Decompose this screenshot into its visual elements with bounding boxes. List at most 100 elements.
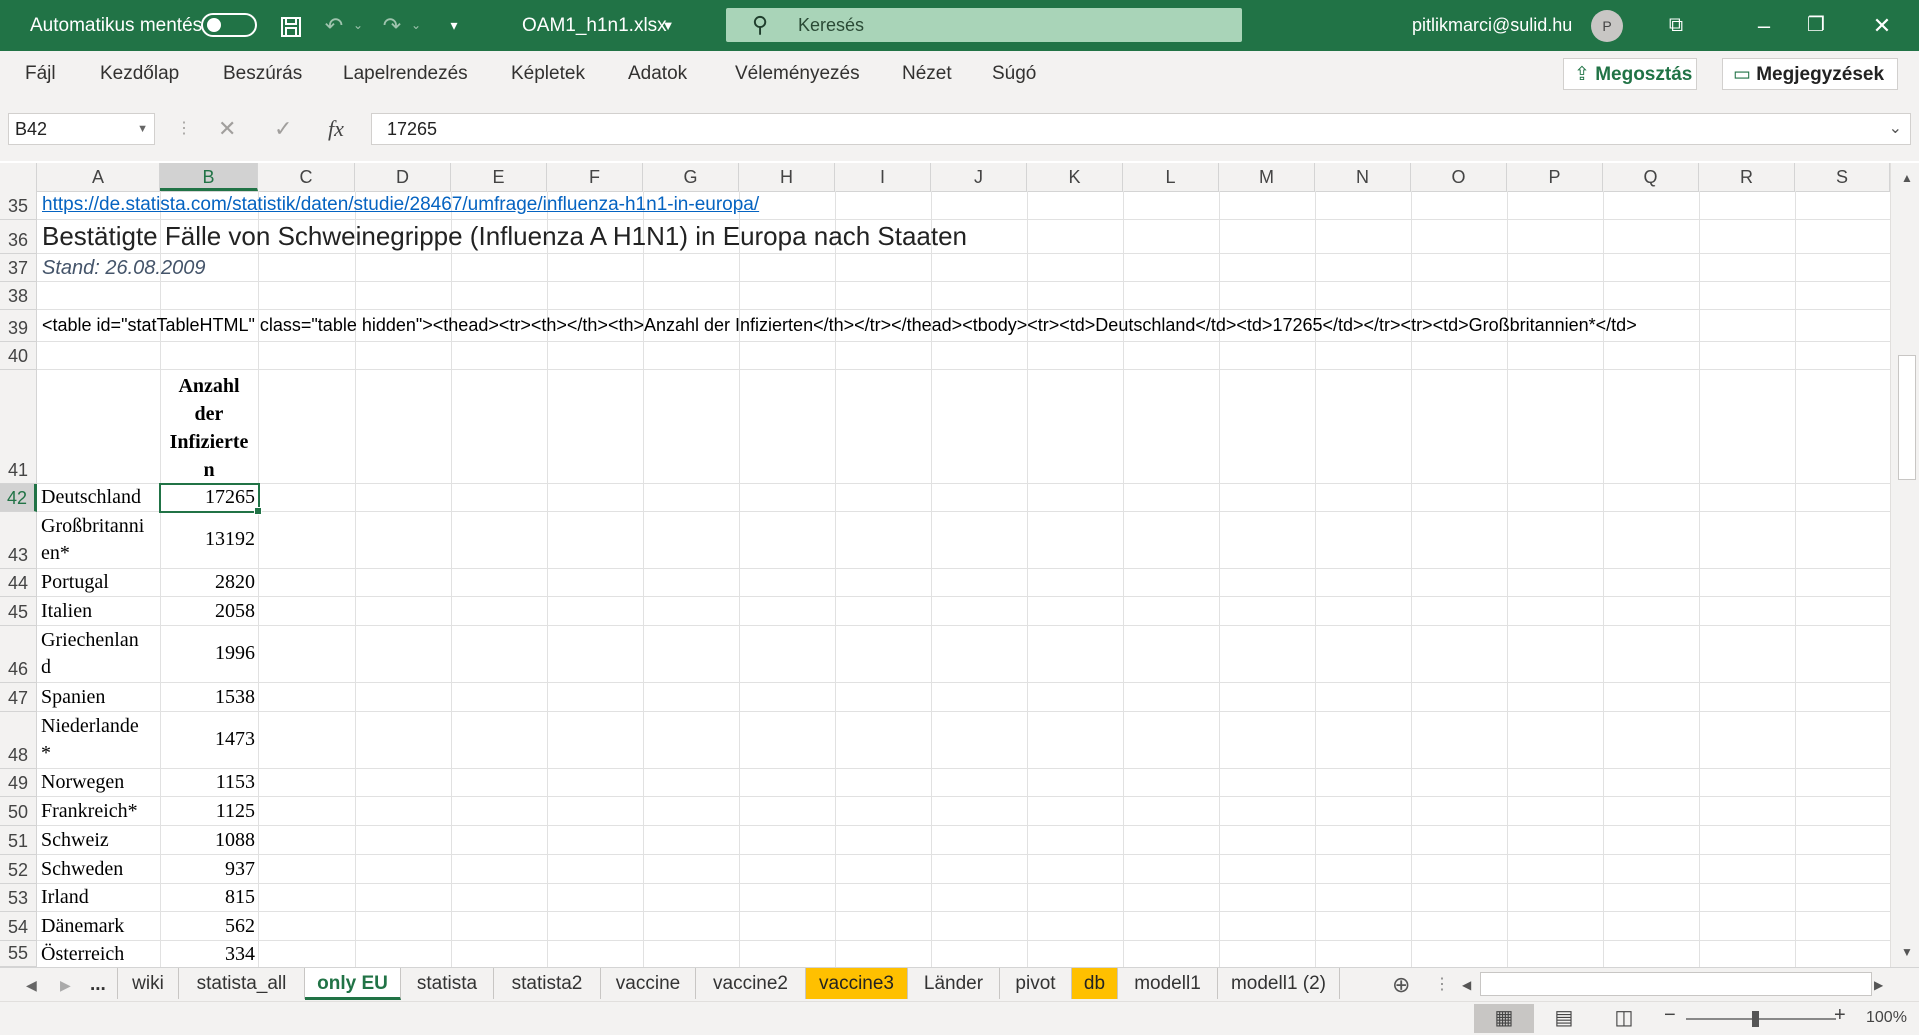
row-header[interactable]: 45 [0, 597, 37, 626]
value-cell[interactable]: 1996 [160, 642, 255, 665]
country-cell[interactable]: Norwegen [41, 771, 124, 794]
undo-icon[interactable]: ↶ [320, 0, 348, 51]
zoom-in-icon[interactable]: + [1834, 1004, 1846, 1027]
worksheet-grid[interactable]: 35 36 37 38 39 40 41 42 43 44 45 46 47 4… [0, 191, 1890, 967]
zoom-slider-thumb[interactable] [1752, 1011, 1759, 1027]
formula-input[interactable]: 17265 ⌄ [371, 113, 1911, 145]
comments-button[interactable]: ▭ Megjegyzések [1722, 58, 1898, 90]
tab-scroll-right-icon[interactable]: ▶ [60, 968, 71, 1002]
row-header[interactable]: 36 [0, 220, 37, 254]
country-cell[interactable]: Schweden [41, 858, 123, 881]
row-header[interactable]: 46 [0, 626, 37, 683]
tab-review[interactable]: Véleményezés [735, 51, 860, 97]
expand-formula-bar-icon[interactable]: ⌄ [1889, 114, 1902, 144]
row-header[interactable]: 54 [0, 912, 37, 941]
hscroll-right-icon[interactable]: ▶ [1874, 968, 1883, 1002]
zoom-slider[interactable] [1686, 1018, 1836, 1020]
column-header[interactable]: F [547, 163, 643, 191]
scroll-thumb[interactable] [1898, 355, 1916, 480]
column-header[interactable]: D [355, 163, 451, 191]
enter-icon[interactable]: ✓ [274, 113, 292, 145]
sheet-tab[interactable]: modell1 [1118, 968, 1218, 999]
date-stand[interactable]: Stand: 26.08.2009 [42, 257, 205, 280]
country-cell[interactable]: Irland [41, 886, 89, 909]
sheet-tab[interactable]: statista [401, 968, 494, 999]
tab-home[interactable]: Kezdőlap [100, 51, 179, 97]
row-header[interactable]: 44 [0, 569, 37, 597]
tab-page-layout[interactable]: Lapelrendezés [343, 51, 468, 97]
tab-scroll-left-icon[interactable]: ◀ [26, 968, 37, 1002]
country-cell[interactable]: Griechenlan d [41, 627, 139, 681]
vertical-scrollbar[interactable]: ▲ ▼ [1890, 163, 1919, 967]
value-cell[interactable]: 1473 [160, 728, 255, 751]
scroll-up-icon[interactable]: ▲ [1897, 169, 1917, 187]
sheet-tab[interactable]: vaccine3 [806, 968, 908, 999]
sheet-tab[interactable]: db [1072, 968, 1118, 999]
ribbon-display-options-icon[interactable]: ⧉ [1660, 0, 1692, 51]
column-header[interactable]: J [931, 163, 1027, 191]
column-header[interactable]: G [643, 163, 739, 191]
country-cell[interactable]: Großbritanni en* [41, 513, 144, 567]
splitter-icon[interactable]: ⋮ [1434, 968, 1450, 1002]
tab-view[interactable]: Nézet [902, 51, 952, 97]
country-cell[interactable]: Italien [41, 600, 92, 623]
undo-dropdown-icon[interactable]: ⌄ [350, 0, 366, 51]
country-cell[interactable]: Dänemark [41, 915, 124, 938]
column-header[interactable]: N [1315, 163, 1411, 191]
value-cell[interactable]: 2820 [160, 571, 255, 594]
tab-help[interactable]: Súgó [992, 51, 1036, 97]
scroll-down-icon[interactable]: ▼ [1897, 943, 1917, 961]
column-b-header[interactable]: Anzahl der Infizierte n [160, 372, 258, 484]
page-break-preview-icon[interactable]: ◫ [1594, 1004, 1654, 1033]
sheet-tab[interactable]: modell1 (2) [1218, 968, 1340, 999]
column-header[interactable]: B [160, 163, 258, 191]
sheet-tab-active[interactable]: only EU [305, 968, 401, 1000]
tab-insert[interactable]: Beszúrás [223, 51, 302, 97]
row-header[interactable]: 49 [0, 769, 37, 797]
horizontal-scroll-thumb[interactable] [1480, 972, 1872, 996]
share-button[interactable]: ⇪ Megosztás [1563, 58, 1697, 90]
customize-toolbar-icon[interactable]: ▾ [442, 0, 466, 51]
zoom-level[interactable]: 100% [1866, 1009, 1907, 1027]
column-header[interactable]: I [835, 163, 931, 191]
value-cell[interactable]: 1538 [160, 686, 255, 709]
sheet-tab[interactable]: Länder [908, 968, 1000, 999]
row-header[interactable]: 42 [0, 484, 37, 512]
autosave-toggle[interactable] [201, 13, 257, 37]
zoom-out-icon[interactable]: − [1664, 1004, 1676, 1027]
row-header[interactable]: 55 [0, 941, 37, 967]
column-header[interactable]: M [1219, 163, 1315, 191]
column-header[interactable]: O [1411, 163, 1507, 191]
insert-function-icon[interactable]: fx [328, 113, 344, 145]
country-cell[interactable]: Österreich [41, 943, 124, 966]
filename-dropdown-icon[interactable]: ▼ [660, 0, 676, 51]
row-header[interactable]: 43 [0, 512, 37, 569]
value-cell[interactable]: 13192 [160, 528, 255, 551]
row-header[interactable]: 50 [0, 797, 37, 826]
close-icon[interactable]: ✕ [1866, 0, 1898, 51]
value-cell[interactable]: 334 [160, 943, 255, 966]
minimize-icon[interactable]: – [1748, 0, 1780, 51]
more-sheets[interactable]: ... [90, 968, 106, 1002]
column-header[interactable]: A [37, 163, 160, 191]
sheet-tab[interactable]: pivot [1000, 968, 1072, 999]
value-cell[interactable]: 562 [160, 915, 255, 938]
sheet-tab[interactable]: vaccine [601, 968, 696, 999]
column-header[interactable]: R [1699, 163, 1795, 191]
value-cell[interactable]: 2058 [160, 600, 255, 623]
column-header[interactable]: S [1795, 163, 1890, 191]
select-all-corner[interactable] [0, 163, 37, 191]
name-box[interactable]: B42 ▼ [8, 113, 155, 145]
tab-file[interactable]: Fájl [25, 51, 56, 97]
html-source-cell[interactable]: <table id="statTableHTML" class="table h… [42, 315, 1888, 336]
row-header[interactable]: 52 [0, 855, 37, 884]
sheet-tab[interactable]: statista_all [179, 968, 305, 999]
country-cell[interactable]: Portugal [41, 571, 109, 594]
sheet-tab[interactable]: vaccine2 [696, 968, 806, 999]
column-header[interactable]: P [1507, 163, 1603, 191]
country-cell[interactable]: Spanien [41, 686, 105, 709]
search-box[interactable]: ⚲ Keresés [726, 8, 1242, 42]
column-header[interactable]: C [258, 163, 355, 191]
source-link[interactable]: https://de.statista.com/statistik/daten/… [42, 194, 759, 216]
country-cell[interactable]: Frankreich* [41, 800, 138, 823]
